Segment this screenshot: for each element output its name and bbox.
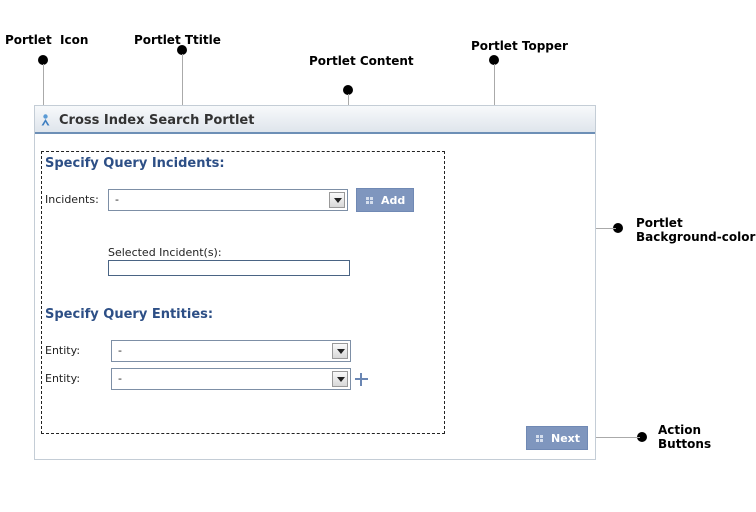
grip-icon: [536, 435, 543, 442]
selected-incidents-field[interactable]: [108, 260, 350, 276]
grip-icon: [366, 197, 373, 204]
chevron-down-icon[interactable]: [332, 371, 348, 387]
portlet: Cross Index Search Portlet Specify Query…: [34, 105, 596, 460]
entity-select-value: -: [118, 372, 122, 385]
portlet-title: Cross Index Search Portlet: [59, 113, 255, 128]
entity-label: Entity:: [45, 344, 81, 357]
incidents-select[interactable]: -: [108, 189, 348, 211]
portlet-topper: Cross Index Search Portlet: [35, 106, 595, 134]
portlet-icon-callout: Portlet Icon: [5, 33, 89, 47]
portlet-title-callout: Portlet Ttitle: [134, 33, 221, 47]
add-entity-plus-icon[interactable]: [355, 373, 368, 386]
incidents-label: Incidents:: [45, 193, 99, 206]
portlet-content-callout: Portlet Content: [309, 54, 414, 68]
chevron-down-icon[interactable]: [329, 192, 345, 208]
portlet-background-callout: Portlet Background-color: [636, 216, 756, 244]
incidents-select-value: -: [115, 193, 119, 206]
portlet-title-leader-line: [182, 54, 183, 111]
selected-incidents-label: Selected Incident(s):: [108, 246, 222, 259]
person-icon: [41, 114, 50, 126]
next-button[interactable]: Next: [526, 426, 588, 450]
incidents-section-heading: Specify Query Incidents:: [45, 156, 225, 171]
entity-select-value: -: [118, 344, 122, 357]
portlet-topper-callout: Portlet Topper: [471, 39, 568, 53]
entity-select[interactable]: -: [111, 340, 351, 362]
add-button-label: Add: [381, 194, 406, 207]
entities-section-heading: Specify Query Entities:: [45, 307, 214, 322]
portlet-icon-leader-line: [43, 64, 44, 110]
entity-select[interactable]: -: [111, 368, 351, 390]
entity-label: Entity:: [45, 372, 81, 385]
next-button-label: Next: [551, 432, 581, 445]
add-button[interactable]: Add: [356, 188, 414, 212]
action-buttons-callout: Action Buttons: [658, 423, 712, 451]
chevron-down-icon[interactable]: [332, 343, 348, 359]
